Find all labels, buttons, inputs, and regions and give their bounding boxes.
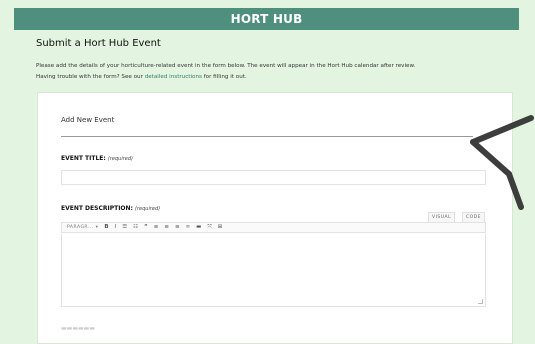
intro-line-2: Having trouble with the form? See our de… (36, 72, 506, 83)
event-title-input[interactable] (61, 170, 486, 185)
editor-toolbar: PARAGR... ▾ B I ☰ ☷ “ ≡ ≡ ≡ ∞ ▬ ⤧ ⊞ (61, 222, 486, 233)
site-title: HORT HUB (230, 12, 303, 26)
numbered-list-icon[interactable]: ☷ (133, 224, 138, 231)
event-form-card: Add New Event EVENT TITLE: (required) EV… (37, 92, 513, 344)
link-icon[interactable]: ∞ (186, 224, 191, 231)
page-title: Submit a Hort Hub Event (36, 38, 161, 49)
event-description-editor[interactable] (61, 234, 486, 307)
event-description-required: (required) (135, 206, 161, 212)
event-description-label: EVENT DESCRIPTION: (required) (61, 205, 160, 212)
italic-icon[interactable]: I (115, 224, 117, 231)
align-left-icon[interactable]: ≡ (154, 224, 159, 231)
detailed-instructions-link[interactable]: detailed instructions (145, 74, 202, 80)
bullet-list-icon[interactable]: ☰ (122, 224, 127, 231)
intro-line-2-prefix: Having trouble with the form? See our (36, 74, 145, 80)
intro-line-1: Please add the details of your horticult… (36, 63, 416, 69)
site-header: HORT HUB (14, 8, 519, 30)
format-select[interactable]: PARAGR... ▾ (67, 225, 98, 230)
event-title-label-text: EVENT TITLE: (61, 155, 106, 162)
fullscreen-icon[interactable]: ⤧ (207, 224, 211, 231)
bold-icon[interactable]: B (104, 224, 108, 231)
event-title-label: EVENT TITLE: (required) (61, 155, 133, 162)
blockquote-icon[interactable]: “ (144, 224, 148, 231)
align-right-icon[interactable]: ≡ (175, 224, 180, 231)
intro-text: Please add the details of your horticult… (36, 61, 506, 83)
horizontal-rule-icon[interactable]: ▬ (196, 224, 201, 231)
event-title-required: (required) (107, 156, 133, 162)
event-description-label-text: EVENT DESCRIPTION: (61, 205, 133, 212)
section-heading: Add New Event (61, 116, 115, 124)
arrow-annotation (470, 115, 534, 210)
section-divider (61, 136, 473, 137)
intro-line-2-suffix: for filling it out. (201, 74, 247, 80)
align-center-icon[interactable]: ≡ (164, 224, 169, 231)
table-icon[interactable]: ⊞ (218, 224, 223, 231)
resize-handle[interactable] (478, 299, 483, 304)
format-select-value: PARAGR... (67, 225, 94, 230)
